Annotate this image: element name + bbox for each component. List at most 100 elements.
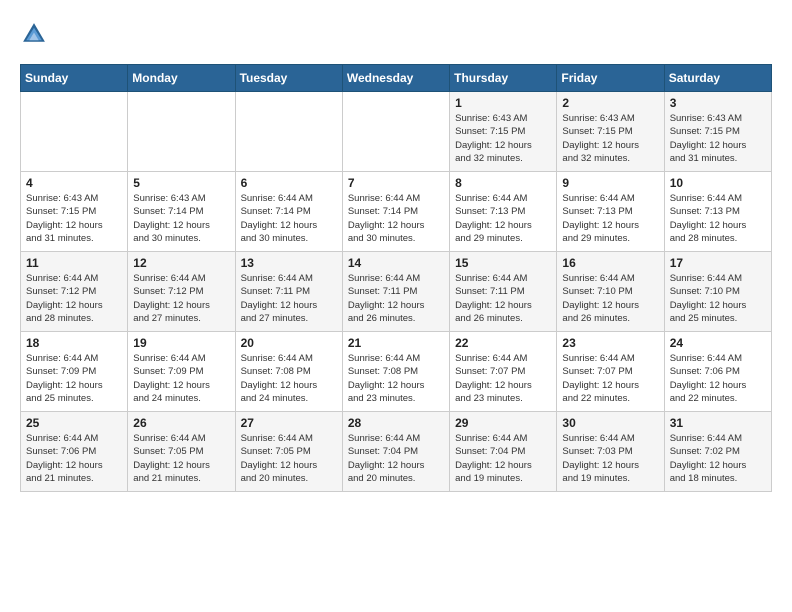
day-info: Sunrise: 6:43 AMSunset: 7:15 PMDaylight:… <box>670 112 766 165</box>
header-day-sunday: Sunday <box>21 65 128 92</box>
calendar-cell: 9 Sunrise: 6:44 AMSunset: 7:13 PMDaylight… <box>557 172 664 252</box>
header-row: SundayMondayTuesdayWednesdayThursdayFrid… <box>21 65 772 92</box>
calendar-cell: 28Sunrise: 6:44 AMSunset: 7:04 PMDayligh… <box>342 412 449 492</box>
calendar-cell: 19Sunrise: 6:44 AMSunset: 7:09 PMDayligh… <box>128 332 235 412</box>
day-info: Sunrise: 6:44 AMSunset: 7:05 PMDaylight:… <box>133 432 229 485</box>
day-number: 22 <box>455 336 551 350</box>
calendar-cell: 31 Sunrise: 6:44 AMSunset: 7:02 PMDayligh… <box>664 412 771 492</box>
day-number: 24 <box>670 336 766 350</box>
calendar-cell: 27 Sunrise: 6:44 AMSunset: 7:05 PMDayligh… <box>235 412 342 492</box>
day-number: 5 <box>133 176 229 190</box>
day-info: Sunrise: 6:44 AMSunset: 7:08 PMDaylight:… <box>241 352 337 405</box>
calendar-cell: 14Sunrise: 6:44 AMSunset: 7:11 PMDayligh… <box>342 252 449 332</box>
day-number: 18 <box>26 336 122 350</box>
page-header <box>20 20 772 48</box>
calendar-cell: 10 Sunrise: 6:44 AMSunset: 7:13 PMDayligh… <box>664 172 771 252</box>
week-row-5: 25 Sunrise: 6:44 AMSunset: 7:06 PMDayligh… <box>21 412 772 492</box>
day-info: Sunrise: 6:43 AMSunset: 7:15 PMDaylight:… <box>26 192 122 245</box>
day-number: 20 <box>241 336 337 350</box>
calendar-cell: 24 Sunrise: 6:44 AMSunset: 7:06 PMDayligh… <box>664 332 771 412</box>
day-number: 25 <box>26 416 122 430</box>
calendar-cell: 12Sunrise: 6:44 AMSunset: 7:12 PMDayligh… <box>128 252 235 332</box>
header-day-tuesday: Tuesday <box>235 65 342 92</box>
calendar-cell: 3Sunrise: 6:43 AMSunset: 7:15 PMDaylight… <box>664 92 771 172</box>
calendar-cell: 13 Sunrise: 6:44 AMSunset: 7:11 PMDayligh… <box>235 252 342 332</box>
day-info: Sunrise: 6:43 AMSunset: 7:14 PMDaylight:… <box>133 192 229 245</box>
calendar-cell: 21Sunrise: 6:44 AMSunset: 7:08 PMDayligh… <box>342 332 449 412</box>
calendar-cell: 29Sunrise: 6:44 AMSunset: 7:04 PMDayligh… <box>450 412 557 492</box>
calendar-cell: 30 Sunrise: 6:44 AMSunset: 7:03 PMDayligh… <box>557 412 664 492</box>
day-info: Sunrise: 6:44 AMSunset: 7:06 PMDaylight:… <box>26 432 122 485</box>
day-info: Sunrise: 6:44 AMSunset: 7:10 PMDaylight:… <box>562 272 658 325</box>
calendar-cell: 16 Sunrise: 6:44 AMSunset: 7:10 PMDayligh… <box>557 252 664 332</box>
day-info: Sunrise: 6:44 AMSunset: 7:05 PMDaylight:… <box>241 432 337 485</box>
day-number: 8 <box>455 176 551 190</box>
day-number: 6 <box>241 176 337 190</box>
calendar-cell: 15 Sunrise: 6:44 AMSunset: 7:11 PMDayligh… <box>450 252 557 332</box>
day-info: Sunrise: 6:44 AMSunset: 7:09 PMDaylight:… <box>26 352 122 405</box>
header-day-friday: Friday <box>557 65 664 92</box>
day-info: Sunrise: 6:44 AMSunset: 7:13 PMDaylight:… <box>455 192 551 245</box>
day-number: 2 <box>562 96 658 110</box>
day-info: Sunrise: 6:44 AMSunset: 7:11 PMDaylight:… <box>455 272 551 325</box>
day-info: Sunrise: 6:44 AMSunset: 7:03 PMDaylight:… <box>562 432 658 485</box>
calendar-cell: 6 Sunrise: 6:44 AMSunset: 7:14 PMDaylight… <box>235 172 342 252</box>
day-number: 1 <box>455 96 551 110</box>
calendar-cell: 17 Sunrise: 6:44 AMSunset: 7:10 PMDayligh… <box>664 252 771 332</box>
week-row-2: 4Sunrise: 6:43 AMSunset: 7:15 PMDaylight… <box>21 172 772 252</box>
day-number: 13 <box>241 256 337 270</box>
day-info: Sunrise: 6:44 AMSunset: 7:10 PMDaylight:… <box>670 272 766 325</box>
calendar-cell <box>342 92 449 172</box>
calendar-cell: 20 Sunrise: 6:44 AMSunset: 7:08 PMDayligh… <box>235 332 342 412</box>
day-info: Sunrise: 6:44 AMSunset: 7:06 PMDaylight:… <box>670 352 766 405</box>
calendar-table: SundayMondayTuesdayWednesdayThursdayFrid… <box>20 64 772 492</box>
day-number: 31 <box>670 416 766 430</box>
day-number: 9 <box>562 176 658 190</box>
day-info: Sunrise: 6:44 AMSunset: 7:04 PMDaylight:… <box>348 432 444 485</box>
day-number: 21 <box>348 336 444 350</box>
day-info: Sunrise: 6:44 AMSunset: 7:13 PMDaylight:… <box>670 192 766 245</box>
day-number: 14 <box>348 256 444 270</box>
day-info: Sunrise: 6:44 AMSunset: 7:12 PMDaylight:… <box>26 272 122 325</box>
calendar-cell <box>21 92 128 172</box>
calendar-body: 1 Sunrise: 6:43 AMSunset: 7:15 PMDaylight… <box>21 92 772 492</box>
calendar-cell: 5 Sunrise: 6:43 AMSunset: 7:14 PMDaylight… <box>128 172 235 252</box>
header-day-wednesday: Wednesday <box>342 65 449 92</box>
calendar-cell: 7 Sunrise: 6:44 AMSunset: 7:14 PMDaylight… <box>342 172 449 252</box>
day-number: 17 <box>670 256 766 270</box>
day-info: Sunrise: 6:44 AMSunset: 7:11 PMDaylight:… <box>241 272 337 325</box>
calendar-cell: 11Sunrise: 6:44 AMSunset: 7:12 PMDayligh… <box>21 252 128 332</box>
calendar-cell: 26Sunrise: 6:44 AMSunset: 7:05 PMDayligh… <box>128 412 235 492</box>
calendar-cell: 2Sunrise: 6:43 AMSunset: 7:15 PMDaylight… <box>557 92 664 172</box>
day-info: Sunrise: 6:44 AMSunset: 7:09 PMDaylight:… <box>133 352 229 405</box>
day-info: Sunrise: 6:44 AMSunset: 7:07 PMDaylight:… <box>562 352 658 405</box>
day-number: 10 <box>670 176 766 190</box>
day-info: Sunrise: 6:44 AMSunset: 7:12 PMDaylight:… <box>133 272 229 325</box>
day-number: 30 <box>562 416 658 430</box>
calendar-cell: 25 Sunrise: 6:44 AMSunset: 7:06 PMDayligh… <box>21 412 128 492</box>
day-info: Sunrise: 6:44 AMSunset: 7:02 PMDaylight:… <box>670 432 766 485</box>
day-info: Sunrise: 6:44 AMSunset: 7:04 PMDaylight:… <box>455 432 551 485</box>
day-info: Sunrise: 6:43 AMSunset: 7:15 PMDaylight:… <box>455 112 551 165</box>
day-info: Sunrise: 6:44 AMSunset: 7:13 PMDaylight:… <box>562 192 658 245</box>
calendar-header: SundayMondayTuesdayWednesdayThursdayFrid… <box>21 65 772 92</box>
day-number: 16 <box>562 256 658 270</box>
header-day-thursday: Thursday <box>450 65 557 92</box>
logo-icon <box>20 20 48 48</box>
week-row-3: 11Sunrise: 6:44 AMSunset: 7:12 PMDayligh… <box>21 252 772 332</box>
calendar-cell: 8 Sunrise: 6:44 AMSunset: 7:13 PMDaylight… <box>450 172 557 252</box>
day-info: Sunrise: 6:44 AMSunset: 7:07 PMDaylight:… <box>455 352 551 405</box>
logo <box>20 20 52 48</box>
week-row-4: 18 Sunrise: 6:44 AMSunset: 7:09 PMDayligh… <box>21 332 772 412</box>
calendar-cell: 23 Sunrise: 6:44 AMSunset: 7:07 PMDayligh… <box>557 332 664 412</box>
calendar-cell: 1 Sunrise: 6:43 AMSunset: 7:15 PMDaylight… <box>450 92 557 172</box>
day-number: 27 <box>241 416 337 430</box>
day-info: Sunrise: 6:44 AMSunset: 7:14 PMDaylight:… <box>348 192 444 245</box>
day-number: 7 <box>348 176 444 190</box>
day-number: 15 <box>455 256 551 270</box>
calendar-cell: 18 Sunrise: 6:44 AMSunset: 7:09 PMDayligh… <box>21 332 128 412</box>
calendar-cell <box>128 92 235 172</box>
day-number: 23 <box>562 336 658 350</box>
header-day-monday: Monday <box>128 65 235 92</box>
day-info: Sunrise: 6:44 AMSunset: 7:14 PMDaylight:… <box>241 192 337 245</box>
